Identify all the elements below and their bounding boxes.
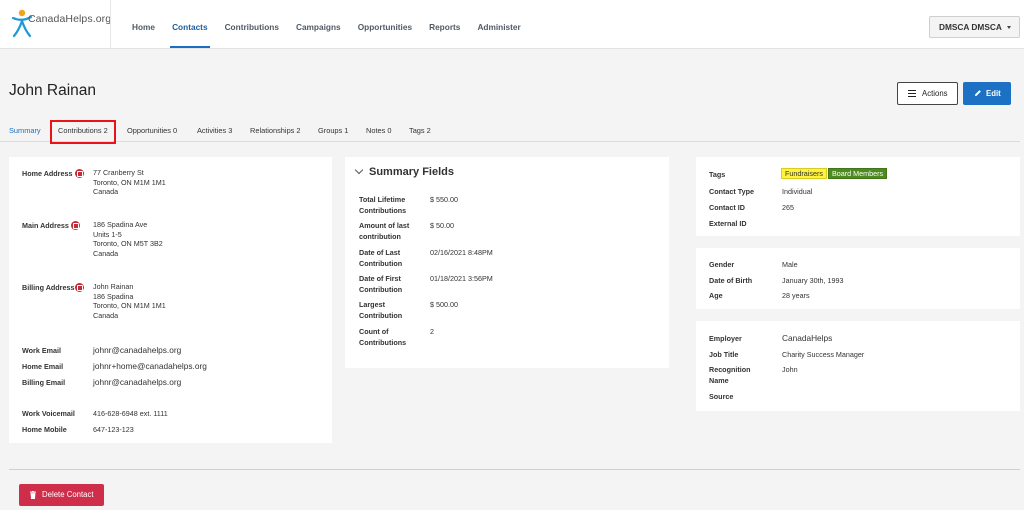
work-email-link[interactable]: johnr@canadahelps.org xyxy=(93,345,181,355)
tab-relationships[interactable]: Relationships 2 xyxy=(250,120,301,142)
home-mobile-label: Home Mobile xyxy=(22,425,67,434)
nav-contacts[interactable]: Contacts xyxy=(164,0,216,48)
chevron-down-icon[interactable] xyxy=(354,165,364,175)
main-nav: Home Contacts Contributions Campaigns Op… xyxy=(124,0,530,48)
nav-opportunities[interactable]: Opportunities xyxy=(350,0,420,48)
pencil-icon xyxy=(975,90,981,96)
caret-down-icon xyxy=(1007,26,1011,29)
delete-contact-label: Delete Contact xyxy=(42,490,94,499)
contact-id-label: Contact ID xyxy=(709,203,745,212)
home-email-label: Home Email xyxy=(22,362,64,371)
trash-icon xyxy=(30,491,36,499)
billing-address-label: Billing Address xyxy=(22,283,75,292)
date-of-birth-label: Date of Birth xyxy=(709,276,753,285)
map-icon[interactable] xyxy=(71,221,80,230)
menu-icon xyxy=(908,90,916,97)
footer-divider xyxy=(9,469,1020,470)
employer-label: Employer xyxy=(709,334,742,343)
map-icon[interactable] xyxy=(75,169,84,178)
employer-link[interactable]: CanadaHelps xyxy=(782,333,832,343)
nav-administer[interactable]: Administer xyxy=(469,0,528,48)
tags-label: Tags xyxy=(709,170,726,179)
date-of-birth-value: January 30th, 1993 xyxy=(782,276,844,285)
nav-campaigns[interactable]: Campaigns xyxy=(288,0,349,48)
summary-field-label: Amount of last contribution xyxy=(359,221,410,241)
tab-opportunities[interactable]: Opportunities 0 xyxy=(127,120,177,142)
home-email-link[interactable]: johnr+home@canadahelps.org xyxy=(93,361,207,371)
nav-divider xyxy=(110,0,111,48)
summary-field-value: 2 xyxy=(430,327,434,336)
employment-panel: Employer CanadaHelps Job Title Charity S… xyxy=(696,321,1020,411)
summary-field-value: $ 500.00 xyxy=(430,300,458,309)
tab-activities[interactable]: Activities 3 xyxy=(197,120,232,142)
summary-fields-panel: Summary Fields Total Lifetime Contributi… xyxy=(345,157,669,368)
summary-field-value: 02/16/2021 8:48PM xyxy=(430,248,493,257)
tag-badge-fundraisers[interactable]: Fundraisers xyxy=(781,168,827,179)
user-menu-label: DMSCA DMSCA xyxy=(939,22,1002,32)
tag-badge-board-members[interactable]: Board Members xyxy=(828,168,888,179)
work-voicemail-label: Work Voicemail xyxy=(22,409,75,418)
nav-reports[interactable]: Reports xyxy=(421,0,468,48)
age-value: 28 years xyxy=(782,291,810,300)
billing-email-label: Billing Email xyxy=(22,378,66,387)
main-address-label: Main Address xyxy=(22,221,69,230)
tab-notes[interactable]: Notes 0 xyxy=(366,120,391,142)
delete-contact-button[interactable]: Delete Contact xyxy=(19,484,104,506)
job-title-label: Job Title xyxy=(709,350,739,359)
billing-address-value: John Rainan 186 Spadina Toronto, ON M1M … xyxy=(93,282,166,320)
recognition-name-value: John xyxy=(782,365,798,374)
nav-contributions[interactable]: Contributions xyxy=(217,0,287,48)
gender-label: Gender xyxy=(709,260,735,269)
actions-button-label: Actions xyxy=(922,89,948,98)
summary-fields-title[interactable]: Summary Fields xyxy=(369,166,454,178)
work-voicemail-value: 416-628-6948 ext. 1111 xyxy=(93,409,168,418)
billing-email-link[interactable]: johnr@canadahelps.org xyxy=(93,377,181,387)
main-address-value: 186 Spadina Ave Units 1-5 Toronto, ON M5… xyxy=(93,220,163,258)
work-email-label: Work Email xyxy=(22,346,62,355)
summary-field-label: Total Lifetime Contributions xyxy=(359,195,407,215)
highlight-box-annotation xyxy=(50,120,116,144)
demographics-panel: Gender Male Date of Birth January 30th, … xyxy=(696,248,1020,309)
tab-groups[interactable]: Groups 1 xyxy=(318,120,348,142)
contact-info-panel: Home Address 77 Cranberry St Toronto, ON… xyxy=(9,157,332,443)
user-menu-button[interactable]: DMSCA DMSCA xyxy=(929,16,1020,38)
nav-home[interactable]: Home xyxy=(124,0,163,48)
summary-field-value: $ 50.00 xyxy=(430,221,454,230)
tab-tags[interactable]: Tags 2 xyxy=(409,120,431,142)
external-id-label: External ID xyxy=(709,219,747,228)
top-navigation-bar: CanadaHelps.org Home Contacts Contributi… xyxy=(0,0,1024,49)
tab-summary[interactable]: Summary xyxy=(9,120,41,142)
contact-tabs: Summary Contributions 2 Opportunities 0 … xyxy=(0,120,1020,142)
actions-button[interactable]: Actions xyxy=(897,82,958,105)
logo-text: CanadaHelps.org xyxy=(28,13,112,25)
summary-field-label: Date of First Contribution xyxy=(359,274,403,294)
summary-field-label: Count of Contributions xyxy=(359,327,407,347)
recognition-name-label: Recognition Name xyxy=(709,365,751,385)
edit-button-label: Edit xyxy=(986,89,1001,98)
summary-field-value: 01/18/2021 3:56PM xyxy=(430,274,493,283)
edit-button[interactable]: Edit xyxy=(963,82,1011,105)
home-address-value: 77 Cranberry St Toronto, ON M1M 1M1 Cana… xyxy=(93,168,166,196)
summary-field-value: $ 550.00 xyxy=(430,195,458,204)
contact-id-value: 265 xyxy=(782,203,794,212)
tags-panel: Tags Fundraisers Board Members Contact T… xyxy=(696,157,1020,236)
summary-field-label: Date of Last Contribution xyxy=(359,248,403,268)
job-title-value: Charity Success Manager xyxy=(782,350,865,359)
age-label: Age xyxy=(709,291,723,300)
contact-type-label: Contact Type xyxy=(709,187,754,196)
map-icon[interactable] xyxy=(75,283,84,292)
source-label: Source xyxy=(709,392,734,401)
gender-value: Male xyxy=(782,260,798,269)
contact-name-title: John Rainan xyxy=(9,82,97,99)
home-mobile-value: 647-123-123 xyxy=(93,425,134,434)
home-address-label: Home Address xyxy=(22,169,73,178)
summary-field-label: Largest Contribution xyxy=(359,300,403,320)
contact-type-value: Individual xyxy=(782,187,813,196)
